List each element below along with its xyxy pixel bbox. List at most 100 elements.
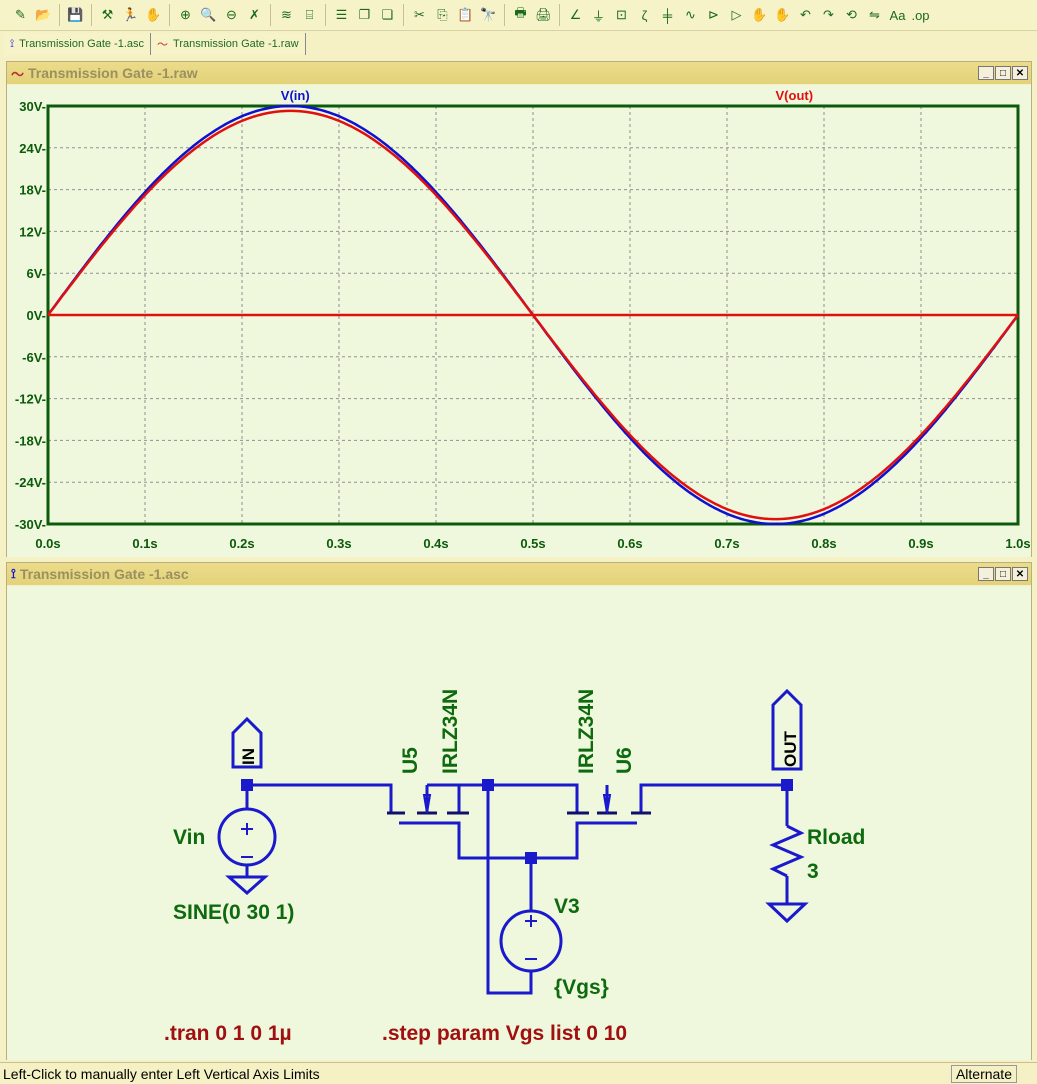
tab-waveform[interactable]: 〜 Transmission Gate -1.raw	[151, 33, 306, 55]
y-tick-label: -12V-	[15, 392, 46, 407]
component-icon[interactable]: ▷	[726, 5, 747, 26]
cut-icon[interactable]: ✂	[409, 5, 430, 26]
tile-horizontal-icon[interactable]: ☰	[331, 5, 352, 26]
control-panel-icon[interactable]: ⚒	[97, 5, 118, 26]
u5-name[interactable]: U5	[399, 747, 422, 774]
vin-value[interactable]: SINE(0 30 1)	[173, 901, 294, 924]
status-bar: Left-Click to manually enter Left Vertic…	[0, 1062, 1037, 1084]
y-tick-label: -24V-	[15, 475, 46, 490]
plot-background	[7, 85, 1031, 557]
toolbar-separator	[559, 4, 560, 26]
open-icon[interactable]: 📂	[33, 5, 54, 26]
maximize-button[interactable]: □	[995, 66, 1011, 80]
text-icon[interactable]: Aa	[887, 5, 908, 26]
y-tick-label: 18V-	[19, 183, 46, 198]
tile-vertical-icon[interactable]: ❏	[377, 5, 398, 26]
close-button[interactable]: ✕	[1012, 66, 1028, 80]
v3-value[interactable]: {Vgs}	[554, 976, 609, 999]
spice-directive-icon[interactable]: .op	[910, 5, 931, 26]
diode-icon[interactable]: ⊳	[703, 5, 724, 26]
legend-vout: V(out)	[776, 88, 814, 103]
capacitor-icon[interactable]: ╪	[657, 5, 678, 26]
x-tick-label: 0.6s	[617, 536, 642, 551]
toolbar-separator	[504, 4, 505, 26]
port-out-label: OUT	[781, 731, 800, 768]
legend-vin: V(in)	[281, 88, 310, 103]
plot-window: 〜 Transmission Gate -1.raw _ □ ✕ 0.0s 0.1s 0.…	[6, 61, 1032, 557]
u5-model[interactable]: IRLZ34N	[439, 689, 462, 774]
rload-value[interactable]: 3	[807, 860, 819, 883]
x-tick-label: 0.7s	[714, 536, 739, 551]
toolbar-separator	[91, 4, 92, 26]
schematic-icon: ⟟	[10, 37, 15, 50]
minimize-button[interactable]: _	[978, 567, 994, 581]
zoom-in-icon[interactable]: ⊕	[175, 5, 196, 26]
y-tick-label: -18V-	[15, 433, 46, 448]
new-schematic-icon[interactable]: ✎	[10, 5, 31, 26]
u6-model[interactable]: IRLZ34N	[575, 689, 598, 774]
y-tick-label: 24V-	[19, 141, 46, 156]
rload-name[interactable]: Rload	[807, 826, 865, 849]
inductor-icon[interactable]: ∿	[680, 5, 701, 26]
wire-icon[interactable]: ∠	[565, 5, 586, 26]
drag-icon[interactable]: ✋	[772, 5, 793, 26]
zoom-fit-icon[interactable]: ✗	[244, 5, 265, 26]
toolbar-separator	[403, 4, 404, 26]
save-icon[interactable]: 💾	[65, 5, 86, 26]
mark-icon[interactable]: ⌸	[299, 5, 320, 26]
plot-window-titlebar: 〜 Transmission Gate -1.raw _ □ ✕	[7, 62, 1031, 84]
x-tick-label: 0.4s	[423, 536, 448, 551]
document-tabs: ⟟ Transmission Gate -1.asc 〜 Transmission …	[4, 33, 306, 55]
y-tick-label: -30V-	[15, 517, 46, 532]
vin-name[interactable]: Vin	[173, 826, 205, 849]
halt-icon[interactable]: ✋	[143, 5, 164, 26]
waveform-icon: 〜	[157, 39, 169, 51]
waveform-plot[interactable]: 0.0s 0.1s 0.2s 0.3s 0.4s 0.5s 0.6s 0.7s 0.8s 0.9s…	[7, 85, 1031, 557]
resistor-icon[interactable]: ζ	[634, 5, 655, 26]
x-tick-label: 0.3s	[326, 536, 351, 551]
x-tick-label: 1.0s	[1005, 536, 1030, 551]
u6-name[interactable]: U6	[613, 747, 636, 774]
y-tick-label: 12V-	[19, 224, 46, 239]
zoom-out-icon[interactable]: ⊖	[221, 5, 242, 26]
schematic-canvas[interactable]: IN OUT Vin SINE(0 30 1) U5 IRLZ34N IRLZ3…	[7, 586, 1031, 1060]
x-tick-label: 0.1s	[132, 536, 157, 551]
autorange-icon[interactable]: ≋	[276, 5, 297, 26]
move-icon[interactable]: ✋	[749, 5, 770, 26]
rotate-icon[interactable]: ⟲	[841, 5, 862, 26]
close-button[interactable]: ✕	[1012, 567, 1028, 581]
toolbar-separator	[169, 4, 170, 26]
maximize-button[interactable]: □	[995, 567, 1011, 581]
zoom-area-icon[interactable]: 🔍	[198, 5, 219, 26]
run-icon[interactable]: 🏃	[120, 5, 141, 26]
mirror-icon[interactable]: ⇋	[864, 5, 885, 26]
v3-name[interactable]: V3	[554, 895, 580, 918]
y-tick-label: 6V-	[26, 266, 46, 281]
y-tick-label: 30V-	[19, 99, 46, 114]
toolbar-separator	[325, 4, 326, 26]
tab-schematic[interactable]: ⟟ Transmission Gate -1.asc	[4, 33, 152, 55]
step-directive[interactable]: .step param Vgs list 0 10	[382, 1022, 627, 1045]
undo-icon[interactable]: ↶	[795, 5, 816, 26]
toolbar-separator	[59, 4, 60, 26]
find-icon[interactable]: 🔭	[478, 5, 499, 26]
paste-icon[interactable]: 📋	[455, 5, 476, 26]
print-icon[interactable]: 🖨	[533, 5, 554, 26]
print-setup-icon[interactable]: 🖶	[510, 5, 531, 26]
waveform-icon: 〜	[11, 66, 25, 82]
x-tick-label: 0.2s	[229, 536, 254, 551]
x-tick-label: 0.8s	[811, 536, 836, 551]
status-message: Left-Click to manually enter Left Vertic…	[3, 1065, 320, 1082]
cascade-icon[interactable]: ❐	[354, 5, 375, 26]
ground-icon[interactable]: ⏚	[588, 5, 609, 26]
label-net-icon[interactable]: ⊡	[611, 5, 632, 26]
schematic-window: ⟟ Transmission Gate -1.asc _ □ ✕ IN OUT Vin…	[6, 562, 1032, 1060]
port-in-label: IN	[239, 748, 258, 765]
copy-icon[interactable]: ⎘	[432, 5, 453, 26]
x-tick-label: 0.5s	[520, 536, 545, 551]
status-mode: Alternate	[950, 1065, 1017, 1083]
tran-directive[interactable]: .tran 0 1 0 1µ	[164, 1022, 292, 1045]
redo-icon[interactable]: ↷	[818, 5, 839, 26]
toolbar: ✎ 📂 💾 ⚒ 🏃 ✋ ⊕ 🔍 ⊖ ✗ ≋ ⌸ ☰ ❐ ❏ ✂ ⎘ 📋 🔭 🖶 🖨 ∠ ⏚ ⊡ ζ ╪ ∿ ⊳ ▷ ✋ ✋ ↶ ↷ ⟲ ⇋ Aa .op	[0, 0, 1037, 31]
minimize-button[interactable]: _	[978, 66, 994, 80]
